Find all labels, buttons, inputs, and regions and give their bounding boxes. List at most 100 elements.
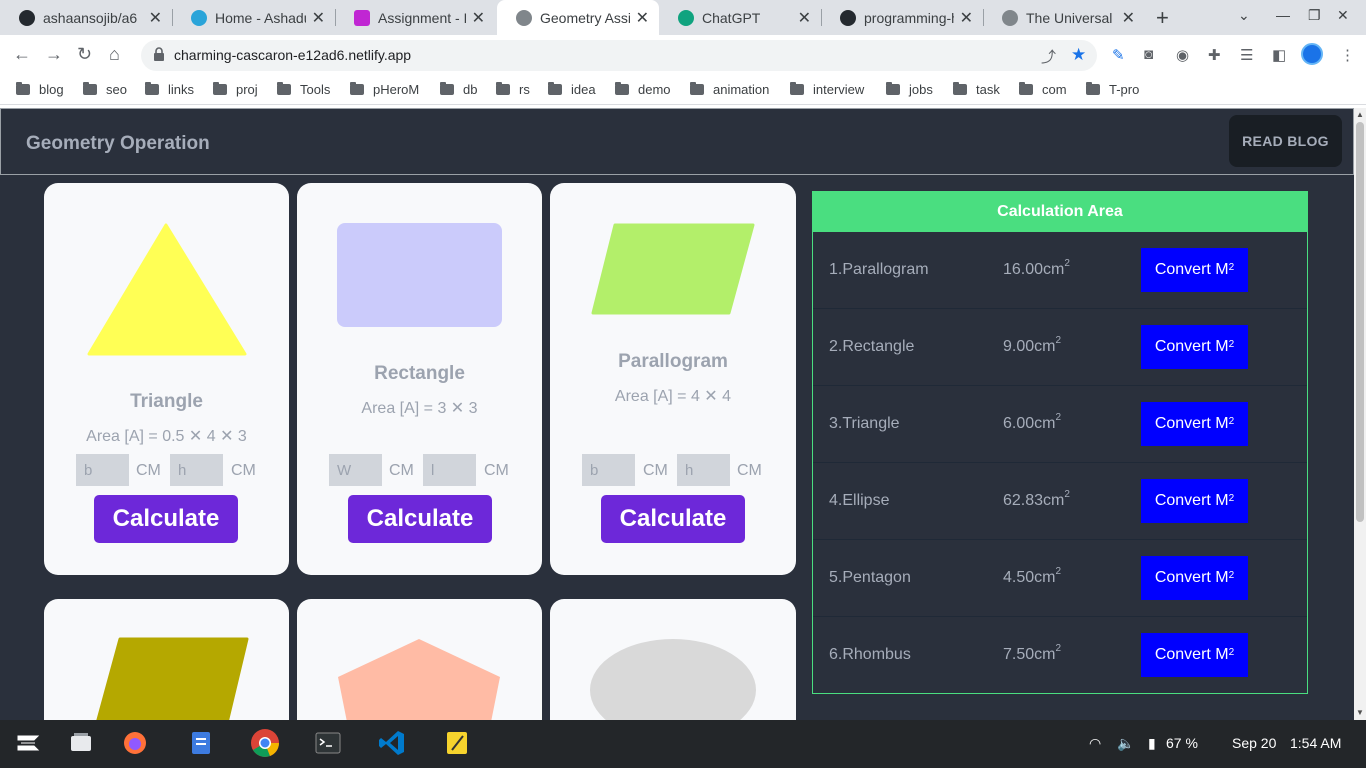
close-icon[interactable]: ✕ bbox=[636, 8, 649, 28]
tab-3[interactable]: Assignment - P ✕ bbox=[335, 0, 495, 35]
bookmark-folder[interactable]: pHeroM bbox=[350, 82, 419, 97]
tab-1[interactable]: ashaansojib/a6 ✕ bbox=[0, 0, 172, 35]
bookmark-star-icon[interactable]: ★ bbox=[1071, 45, 1086, 65]
bookmark-folder[interactable]: idea bbox=[548, 82, 596, 97]
close-icon[interactable]: ✕ bbox=[312, 8, 325, 28]
rectangle-shape bbox=[337, 223, 502, 327]
reading-list-icon[interactable]: ☰ bbox=[1240, 46, 1253, 64]
convert-m2-button[interactable]: Convert M2 bbox=[1141, 325, 1248, 369]
tab-5[interactable]: ChatGPT ✕ bbox=[659, 0, 821, 35]
height-input[interactable]: h bbox=[170, 454, 223, 486]
menu-kebab-icon[interactable]: ⋮ bbox=[1340, 46, 1355, 64]
bookmark-folder[interactable]: proj bbox=[213, 82, 258, 97]
close-icon[interactable]: ✕ bbox=[1122, 8, 1135, 28]
bookmark-folder[interactable]: seo bbox=[83, 82, 127, 97]
shape-name: 4.Ellipse bbox=[829, 492, 890, 509]
clock-time[interactable]: 1:54 AM bbox=[1290, 735, 1341, 751]
close-window-icon[interactable]: ✕ bbox=[1337, 7, 1349, 24]
scrollbar-thumb[interactable] bbox=[1356, 122, 1364, 522]
width-input[interactable]: W bbox=[329, 454, 382, 486]
bookmark-folder[interactable]: T-pro bbox=[1086, 82, 1139, 97]
convert-m2-button[interactable]: Convert M2 bbox=[1141, 479, 1248, 523]
close-icon[interactable]: ✕ bbox=[960, 8, 973, 28]
wifi-icon[interactable]: ◠ bbox=[1089, 735, 1101, 752]
read-blog-button[interactable]: READ BLOG bbox=[1229, 115, 1342, 167]
close-icon[interactable]: ✕ bbox=[472, 8, 485, 28]
convert-m2-button[interactable]: Convert M2 bbox=[1141, 248, 1248, 292]
base-input[interactable]: b bbox=[582, 454, 635, 486]
convert-m2-button[interactable]: Convert M2 bbox=[1141, 633, 1248, 677]
shape-name: 1.Parallogram bbox=[829, 261, 929, 278]
workspace-icon[interactable] bbox=[68, 730, 94, 756]
bookmark-folder[interactable]: Tools bbox=[277, 82, 330, 97]
volume-icon[interactable]: 🔈 bbox=[1117, 735, 1134, 752]
tab-6[interactable]: programming-h ✕ bbox=[821, 0, 983, 35]
bookmark-folder[interactable]: links bbox=[145, 82, 194, 97]
address-bar[interactable]: charming-cascaron-e12ad6.netlify.app ⤴ ★ bbox=[141, 40, 1097, 71]
files-icon[interactable] bbox=[188, 730, 214, 756]
terminal-icon[interactable] bbox=[315, 730, 341, 756]
area-value: 62.83cm2 bbox=[1003, 489, 1070, 509]
tab-search-icon[interactable]: ⌄ bbox=[1238, 7, 1250, 24]
back-icon[interactable]: ← bbox=[13, 44, 31, 65]
unit-label: CM bbox=[231, 462, 256, 479]
height-input[interactable]: h bbox=[677, 454, 730, 486]
bookmark-folder[interactable]: db bbox=[440, 82, 477, 97]
web-page: Geometry Operation READ BLOG Triangle Ar… bbox=[0, 108, 1354, 720]
tab-2[interactable]: Home - Ashadu ✕ bbox=[172, 0, 335, 35]
share-icon[interactable]: ⤴ bbox=[1041, 46, 1056, 67]
clock-date[interactable]: Sep 20 bbox=[1232, 735, 1276, 751]
avatar-icon bbox=[191, 9, 207, 26]
home-icon[interactable]: ⌂ bbox=[109, 44, 120, 65]
extensions-puzzle-icon[interactable]: ✚ bbox=[1208, 46, 1221, 64]
minimize-icon[interactable]: — bbox=[1276, 7, 1290, 23]
reload-icon[interactable]: ↻ bbox=[77, 44, 92, 65]
new-tab-icon[interactable]: + bbox=[1156, 5, 1169, 31]
calculate-button[interactable]: Calculate bbox=[348, 495, 492, 543]
bookmark-folder[interactable]: rs bbox=[496, 82, 530, 97]
profile-avatar[interactable] bbox=[1301, 43, 1323, 65]
site-brand[interactable]: Geometry Operation bbox=[26, 133, 210, 155]
convert-m2-button[interactable]: Convert M2 bbox=[1141, 556, 1248, 600]
bookmark-folder[interactable]: jobs bbox=[886, 82, 933, 97]
restore-icon[interactable]: ❐ bbox=[1308, 7, 1321, 24]
scroll-down-icon[interactable]: ▼ bbox=[1356, 708, 1364, 717]
zorin-menu-icon[interactable] bbox=[15, 730, 41, 756]
scroll-up-icon[interactable]: ▲ bbox=[1356, 110, 1364, 119]
bookmark-folder[interactable]: com bbox=[1019, 82, 1067, 97]
bookmark-folder[interactable]: animation bbox=[690, 82, 769, 97]
rectangle-card: Rectangle Area [A] = 3 ✕ 3 W CM l CM Cal… bbox=[297, 183, 542, 575]
triangle-shape bbox=[87, 223, 247, 356]
area-value: 6.00cm2 bbox=[1003, 412, 1062, 432]
side-panel-icon[interactable]: ◧ bbox=[1272, 46, 1286, 64]
bookmark-label: db bbox=[463, 82, 478, 97]
battery-icon[interactable]: ▮ bbox=[1148, 735, 1156, 752]
tab-7[interactable]: The Universal / ✕ bbox=[983, 0, 1145, 35]
base-input[interactable]: b bbox=[76, 454, 129, 486]
bookmark-folder[interactable]: blog bbox=[16, 82, 64, 97]
calculation-row: 2.Rectangle 9.00cm2 Convert M2 bbox=[813, 309, 1307, 386]
firefox-icon[interactable] bbox=[122, 730, 148, 756]
globe-icon bbox=[516, 9, 532, 26]
calculate-button[interactable]: Calculate bbox=[94, 495, 238, 543]
bookmark-folder[interactable]: demo bbox=[615, 82, 671, 97]
bookmark-folder[interactable]: task bbox=[953, 82, 1000, 97]
page-scrollbar[interactable]: ▲ ▼ bbox=[1354, 108, 1366, 720]
tab-4-active[interactable]: Geometry Assi ✕ bbox=[497, 0, 659, 35]
pen-extension-icon[interactable]: ✎ bbox=[1112, 46, 1125, 64]
text-editor-icon[interactable] bbox=[444, 730, 470, 756]
length-input[interactable]: l bbox=[423, 454, 476, 486]
vscode-icon[interactable] bbox=[378, 729, 406, 757]
folder-icon bbox=[953, 82, 967, 95]
area-formula: Area [A] = 4 ✕ 4 bbox=[614, 388, 732, 405]
record-extension-icon[interactable]: ◉ bbox=[1176, 46, 1189, 64]
bookmark-label: demo bbox=[638, 82, 671, 97]
bookmark-folder[interactable]: interview bbox=[790, 82, 864, 97]
camera-extension-icon[interactable]: ◙ bbox=[1144, 46, 1153, 63]
close-icon[interactable]: ✕ bbox=[798, 8, 811, 28]
chrome-icon[interactable] bbox=[250, 728, 280, 758]
close-icon[interactable]: ✕ bbox=[149, 8, 162, 28]
convert-m2-button[interactable]: Convert M2 bbox=[1141, 402, 1248, 446]
calculate-button[interactable]: Calculate bbox=[601, 495, 745, 543]
forward-icon[interactable]: → bbox=[45, 44, 63, 65]
